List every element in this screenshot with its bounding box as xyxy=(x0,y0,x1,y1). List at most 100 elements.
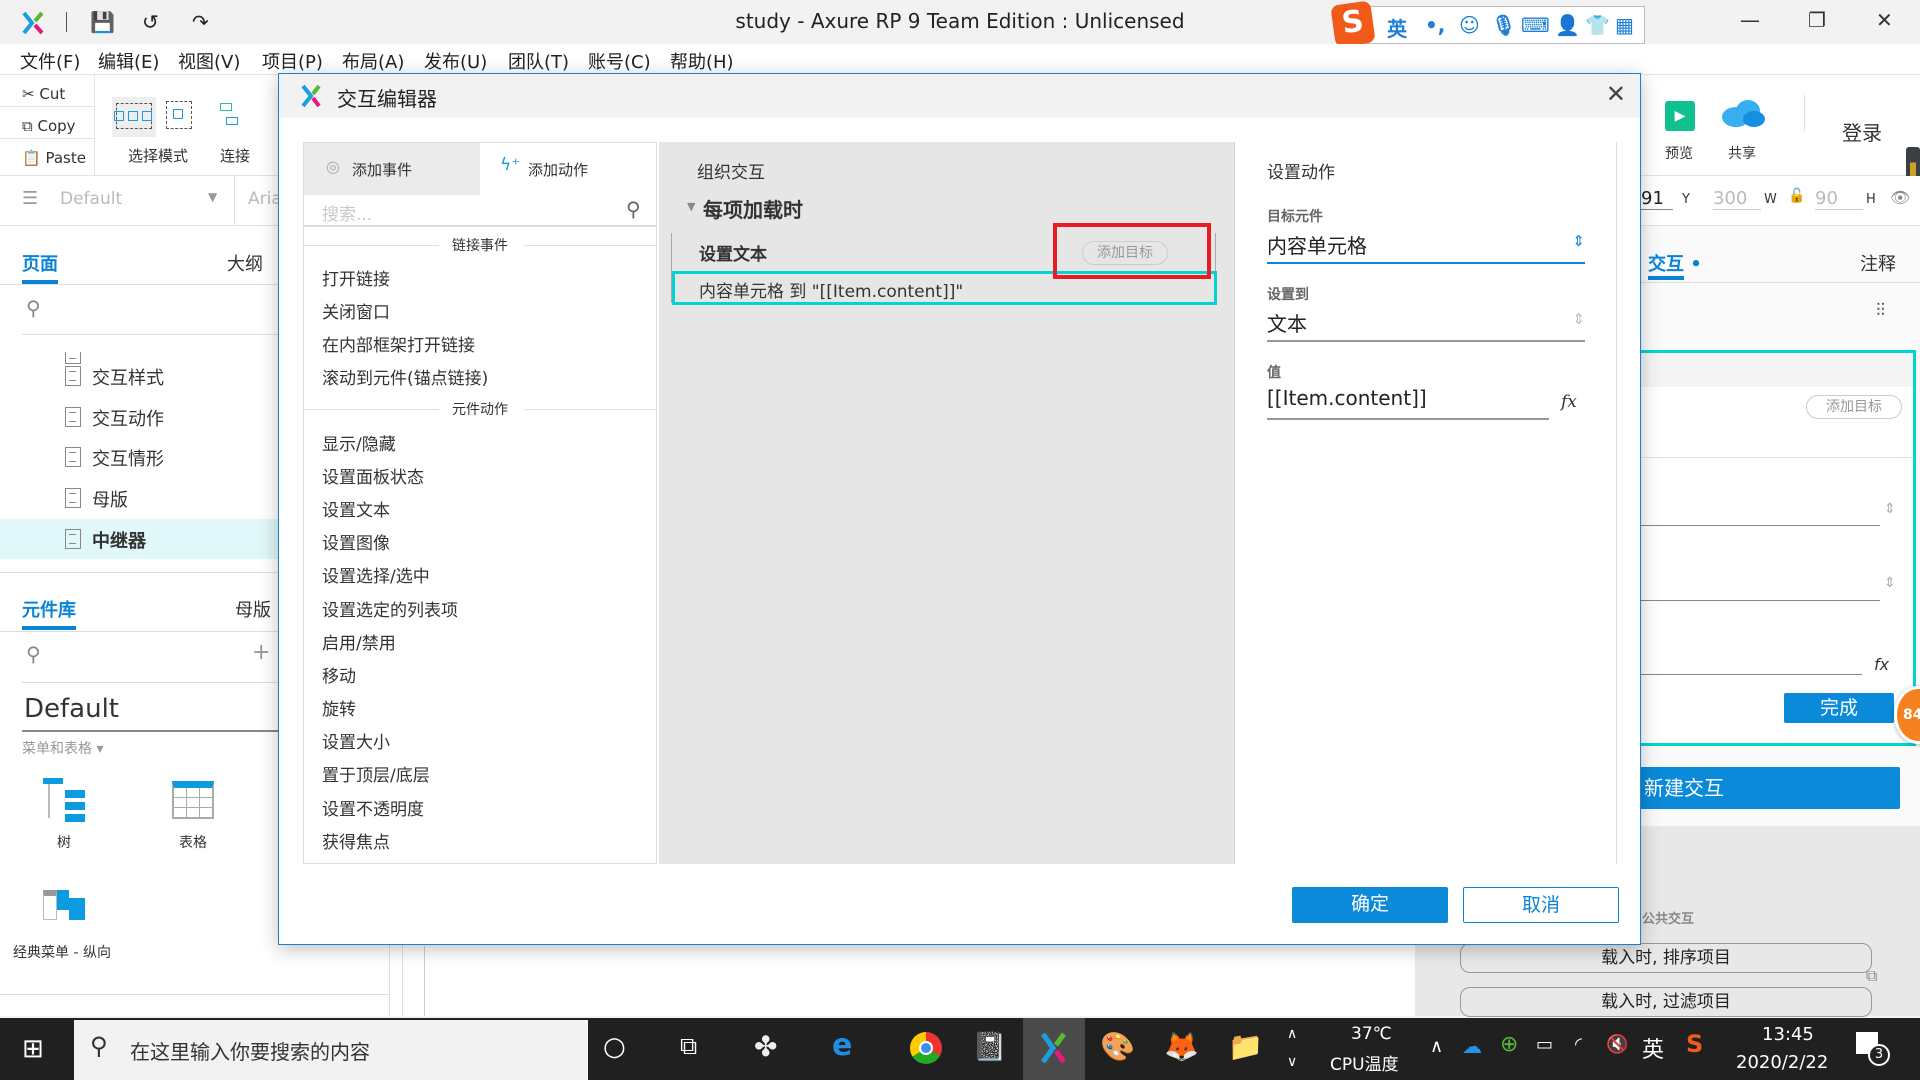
action-center-icon[interactable]: 3 xyxy=(1856,1032,1892,1068)
keyboard-icon[interactable]: ⌨ xyxy=(1521,13,1550,37)
minimize-button[interactable]: — xyxy=(1740,8,1760,32)
login-button[interactable]: 登录 xyxy=(1842,117,1882,146)
menu-project[interactable]: 项目(P) xyxy=(262,48,323,74)
microphone-icon[interactable]: 🎙 xyxy=(1491,13,1516,37)
firefox-icon[interactable]: 🦊 xyxy=(1164,1030,1199,1063)
sogou-tray-icon[interactable]: S xyxy=(1686,1030,1703,1058)
security-plus-icon[interactable]: ⊕ xyxy=(1500,1032,1518,1057)
common-interaction-item[interactable]: 载入时, 排序项目 xyxy=(1460,943,1872,973)
user-icon[interactable]: 👤 xyxy=(1555,13,1580,37)
action-item[interactable]: 设置大小 xyxy=(322,728,390,753)
tab-add-event[interactable]: ◎ 添加事件 xyxy=(304,143,480,195)
cut-button[interactable]: ✂ Cut xyxy=(22,85,65,103)
paint-icon[interactable]: 🎨 xyxy=(1100,1030,1135,1063)
table-widget-icon[interactable] xyxy=(172,781,214,819)
search-icon[interactable]: ⚲ xyxy=(26,296,41,320)
style-select[interactable]: Default xyxy=(60,189,122,209)
menu-view[interactable]: 视图(V) xyxy=(178,48,240,74)
cancel-button[interactable]: 取消 xyxy=(1463,887,1619,923)
wifi-icon[interactable]: ◜ xyxy=(1575,1034,1582,1055)
action-name[interactable]: 设置文本 xyxy=(699,240,767,265)
chrome-icon[interactable] xyxy=(910,1032,942,1064)
task-view-icon[interactable]: ⧉ xyxy=(680,1032,697,1060)
action-item[interactable]: 设置选定的列表项 xyxy=(322,596,458,621)
w-field[interactable]: 300 xyxy=(1713,188,1761,210)
maximize-button[interactable]: ❐ xyxy=(1808,8,1826,32)
collapse-triangle-icon[interactable]: ▼ xyxy=(687,200,695,213)
spinner-icon[interactable]: ⇕ xyxy=(1884,575,1896,591)
menu-team[interactable]: 团队(T) xyxy=(508,48,569,74)
category-toggle[interactable]: 菜单和表格 ▾ xyxy=(22,738,103,758)
ime-toolbar[interactable]: S 英 •, ☺ 🎙 ⌨ 👤 👕 ▦ xyxy=(1330,0,1645,48)
action-item[interactable]: 设置不透明度 xyxy=(322,795,424,820)
ie-browser-icon[interactable]: e xyxy=(832,1028,852,1063)
taskbar-search-box[interactable]: ⚲ 在这里输入你要搜索的内容 xyxy=(74,1020,588,1080)
fx-icon[interactable]: fx xyxy=(1561,392,1577,412)
tree-widget-icon[interactable] xyxy=(43,778,85,822)
menu-layout[interactable]: 布局(A) xyxy=(342,48,404,74)
tab-pages[interactable]: 页面 xyxy=(22,250,58,276)
fx-icon[interactable]: fx xyxy=(1874,655,1889,674)
action-item[interactable]: 关闭窗口 xyxy=(322,298,390,323)
action-item[interactable]: 获得焦点 xyxy=(322,828,390,853)
action-item[interactable]: 在内部框架打开链接 xyxy=(322,331,475,356)
battery-icon[interactable]: ▭ xyxy=(1536,1034,1553,1055)
action-item[interactable]: 设置文本 xyxy=(322,496,390,521)
select-mode-intersect-icon[interactable] xyxy=(112,97,156,137)
h-field[interactable]: 90 xyxy=(1815,188,1863,210)
action-item[interactable]: 旋转 xyxy=(322,695,356,720)
action-item[interactable]: 移动 xyxy=(322,662,356,687)
spinner-icon[interactable]: ⇕ xyxy=(1884,501,1896,517)
tab-outline[interactable]: 大纲 xyxy=(227,250,263,276)
action-item[interactable]: 设置图像 xyxy=(322,529,390,554)
menu-publish[interactable]: 发布(U) xyxy=(424,48,487,74)
menu-account[interactable]: 账号(C) xyxy=(588,48,651,74)
show-hidden-icons[interactable]: ∧ xyxy=(1430,1036,1443,1057)
cortana-icon[interactable]: ○ xyxy=(603,1032,626,1062)
lock-icon[interactable]: 🔓 xyxy=(1788,188,1805,204)
classic-menu-widget-icon[interactable] xyxy=(43,890,85,920)
restore-icon[interactable]: ⧉ xyxy=(1866,966,1877,986)
paste-button[interactable]: 📋 Paste xyxy=(22,149,86,167)
tab-interactions[interactable]: 交互 • xyxy=(1648,250,1702,276)
x-field[interactable]: 91 xyxy=(1641,188,1673,210)
copy-button[interactable]: ⧉ Copy xyxy=(22,117,76,135)
common-interaction-item[interactable]: 载入时, 过滤项目 xyxy=(1460,987,1872,1017)
tab-notes[interactable]: 注释 xyxy=(1860,250,1896,276)
ime-lang[interactable]: 英 xyxy=(1387,13,1407,42)
font-select[interactable]: Aria xyxy=(248,189,282,209)
dialog-title-bar[interactable]: 交互编辑器 ✕ xyxy=(279,74,1640,118)
action-item[interactable]: 置于顶层/底层 xyxy=(322,761,430,786)
add-library-icon[interactable]: + xyxy=(252,640,270,665)
ime-indicator[interactable]: 英 xyxy=(1642,1032,1664,1064)
spinner-icon[interactable]: ⇕ xyxy=(1572,310,1585,328)
target-widget-select[interactable]: 内容单元格 ⇕ xyxy=(1267,226,1585,264)
connect-icon[interactable] xyxy=(220,103,238,127)
action-item[interactable]: 显示/隐藏 xyxy=(322,430,396,455)
select-mode-contain-icon[interactable] xyxy=(166,101,192,129)
skin-icon[interactable]: 👕 xyxy=(1585,13,1610,37)
punct-icon[interactable]: •, xyxy=(1425,13,1445,37)
dialog-close-icon[interactable]: ✕ xyxy=(1606,80,1626,108)
cloud-share-icon[interactable] xyxy=(1720,99,1766,129)
library-search-icon[interactable]: ⚲ xyxy=(26,642,41,666)
menu-file[interactable]: 文件(F) xyxy=(20,48,80,74)
tab-library[interactable]: 元件库 xyxy=(22,596,76,622)
add-target-button[interactable]: 添加目标 xyxy=(1806,395,1902,419)
new-interaction-button[interactable]: 新建交互 xyxy=(1640,767,1900,809)
apps-grid-icon[interactable]: ▦ xyxy=(1615,13,1634,37)
app-pinwheel-icon[interactable]: ✤ xyxy=(754,1030,777,1063)
library-select[interactable]: Default xyxy=(24,694,119,724)
value-input[interactable]: [[Item.content]] xyxy=(1267,382,1549,420)
spinner-icon[interactable]: ⇕ xyxy=(1572,232,1585,250)
set-to-select[interactable]: 文本 ⇕ xyxy=(1267,304,1585,342)
clock-time[interactable]: 13:45 xyxy=(1762,1024,1814,1045)
menu-help[interactable]: 帮助(H) xyxy=(670,48,734,74)
tab-masters[interactable]: 母版 xyxy=(235,596,271,622)
eye-icon[interactable]: 👁 xyxy=(1890,188,1910,207)
ok-button[interactable]: 确定 xyxy=(1292,887,1448,923)
scroll-up-icon[interactable]: ∧ xyxy=(1287,1026,1297,1042)
volume-muted-icon[interactable]: 🔇 xyxy=(1606,1034,1628,1055)
preview-icon[interactable]: ▶ xyxy=(1665,101,1695,131)
axure-taskbar-button[interactable] xyxy=(1023,1018,1085,1080)
